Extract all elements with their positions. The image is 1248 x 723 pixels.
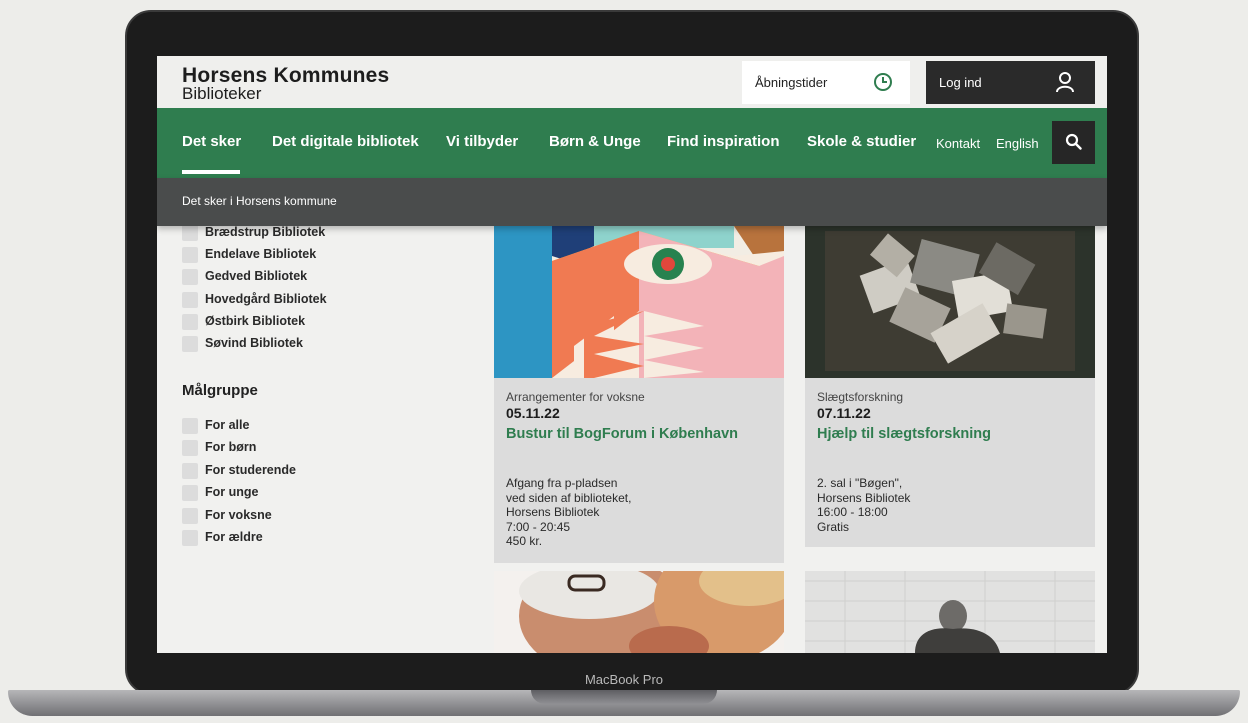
checkbox[interactable]	[182, 485, 198, 501]
laptop-notch	[531, 690, 717, 704]
browser-screen: Horsens Kommunes Biblioteker Åbningstide…	[157, 56, 1107, 653]
event-info-line: Horsens Bibliotek	[506, 505, 600, 519]
nav-link-english[interactable]: English	[996, 136, 1039, 151]
login-label: Log ind	[939, 75, 982, 90]
breadcrumb-bar: Det sker i Horsens kommune	[157, 178, 1107, 226]
checkbox[interactable]	[182, 336, 198, 352]
event-info-line: 7:00 - 20:45	[506, 519, 571, 534]
checkbox[interactable]	[182, 508, 198, 524]
checkbox[interactable]	[182, 530, 198, 546]
event-info-line: 450 kr.	[506, 534, 543, 548]
filter-label: Gedved Bibliotek	[205, 269, 308, 283]
opening-hours-label: Åbningstider	[755, 75, 828, 90]
checkbox[interactable]	[182, 418, 198, 434]
event-category: Slægtsforskning	[817, 390, 904, 404]
event-image-bogforum[interactable]	[494, 226, 784, 378]
search-icon	[1065, 133, 1082, 155]
login-button[interactable]: Log ind	[926, 61, 1095, 104]
event-title-link[interactable]: Bustur til BogForum i København	[506, 426, 738, 442]
event-info: Afgang fra p-pladsen ved siden af biblio…	[506, 476, 631, 549]
nav-item-vi-tilbyder[interactable]: Vi tilbyder	[446, 133, 518, 150]
nav-item-boern-unge[interactable]: Børn & Unge	[549, 133, 641, 150]
filter-label: Østbirk Bibliotek	[205, 314, 306, 328]
event-date: 07.11.22	[817, 405, 871, 421]
user-icon	[1055, 71, 1075, 98]
filter-label: For børn	[205, 440, 257, 454]
event-image-seniors[interactable]	[494, 571, 784, 653]
filter-label: For voksne	[205, 508, 272, 522]
breadcrumb[interactable]: Det sker i Horsens kommune	[182, 194, 337, 208]
event-info-line: Afgang fra p-pladsen	[506, 476, 618, 490]
event-image-soldier[interactable]	[805, 571, 1095, 653]
event-info-line: Horsens Bibliotek	[817, 490, 911, 505]
filter-label: For ældre	[205, 530, 263, 544]
site-logo-subtitle[interactable]: Biblioteker	[182, 84, 261, 104]
checkbox[interactable]	[182, 463, 198, 479]
filter-label: Hovedgård Bibliotek	[205, 292, 327, 306]
event-info-line: ved siden af biblioteket,	[506, 490, 632, 505]
event-info-line: Gratis	[817, 519, 850, 534]
checkbox[interactable]	[182, 225, 198, 241]
main-navigation: Det sker Det digitale bibliotek Vi tilby…	[157, 108, 1107, 178]
filter-label: For studerende	[205, 463, 296, 477]
nav-active-indicator	[182, 170, 240, 174]
event-title-link[interactable]: Hjælp til slægtsforskning	[817, 426, 991, 442]
nav-link-kontakt[interactable]: Kontakt	[936, 136, 980, 151]
nav-item-digitale-bibliotek[interactable]: Det digitale bibliotek	[272, 133, 419, 150]
audience-filter-title: Målgruppe	[182, 382, 258, 399]
filter-label: For alle	[205, 418, 250, 432]
site-header: Horsens Kommunes Biblioteker Åbningstide…	[157, 56, 1107, 108]
device-label: MacBook Pro	[584, 672, 664, 687]
event-info-line: 2. sal i "Bøgen",	[817, 476, 903, 490]
nav-item-det-sker[interactable]: Det sker	[182, 133, 241, 150]
event-image-slaegtsforskning[interactable]	[805, 226, 1095, 378]
clock-icon	[873, 72, 893, 97]
filter-label: For unge	[205, 485, 259, 499]
filter-label: Endelave Bibliotek	[205, 247, 317, 261]
event-info: 2. sal i "Bøgen", Horsens Bibliotek 16:0…	[817, 476, 910, 534]
event-card[interactable]: Slægtsforskning 07.11.22 Hjælp til slægt…	[805, 378, 1095, 547]
opening-hours-button[interactable]: Åbningstider	[742, 61, 910, 104]
event-card[interactable]: Arrangementer for voksne 05.11.22 Bustur…	[494, 378, 784, 563]
checkbox[interactable]	[182, 440, 198, 456]
checkbox[interactable]	[182, 247, 198, 263]
checkbox[interactable]	[182, 292, 198, 308]
filter-label: Brædstrup Bibliotek	[205, 225, 326, 239]
checkbox[interactable]	[182, 314, 198, 330]
nav-item-skole-studier[interactable]: Skole & studier	[807, 133, 916, 150]
nav-item-find-inspiration[interactable]: Find inspiration	[667, 133, 780, 150]
event-date: 05.11.22	[506, 405, 560, 421]
checkbox[interactable]	[182, 269, 198, 285]
event-category: Arrangementer for voksne	[506, 390, 645, 404]
event-info-line: 16:00 - 18:00	[817, 505, 888, 519]
filter-label: Søvind Bibliotek	[205, 336, 303, 350]
search-button[interactable]	[1052, 121, 1095, 164]
